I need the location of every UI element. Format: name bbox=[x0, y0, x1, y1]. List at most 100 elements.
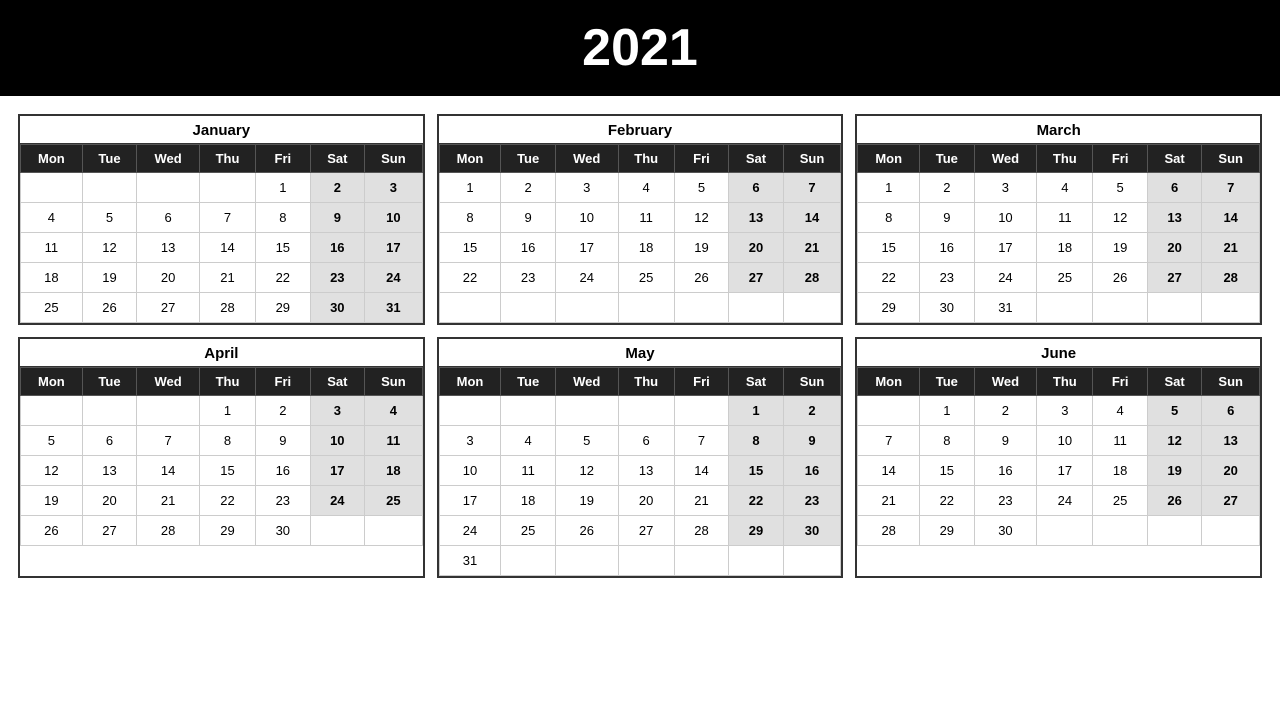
weekday-header-thu: Thu bbox=[1037, 368, 1093, 396]
weekday-header-wed: Wed bbox=[137, 145, 200, 173]
month-table-april: MonTueWedThuFriSatSun1234567891011121314… bbox=[20, 367, 423, 546]
day-cell: 27 bbox=[729, 263, 784, 293]
day-cell: 31 bbox=[439, 546, 501, 576]
day-cell: 24 bbox=[974, 263, 1037, 293]
day-cell: 5 bbox=[1093, 173, 1148, 203]
month-table-may: MonTueWedThuFriSatSun1234567891011121314… bbox=[439, 367, 842, 576]
day-cell: 12 bbox=[1147, 426, 1202, 456]
day-cell: 5 bbox=[555, 426, 618, 456]
day-cell bbox=[729, 293, 784, 323]
day-cell: 29 bbox=[858, 293, 920, 323]
month-block-june: JuneMonTueWedThuFriSatSun123456789101112… bbox=[855, 337, 1262, 578]
day-cell bbox=[439, 396, 501, 426]
day-cell bbox=[137, 173, 200, 203]
weekday-header-fri: Fri bbox=[256, 145, 311, 173]
day-cell: 25 bbox=[501, 516, 556, 546]
day-cell: 28 bbox=[858, 516, 920, 546]
day-cell: 14 bbox=[674, 456, 729, 486]
day-cell bbox=[674, 546, 729, 576]
day-cell: 15 bbox=[858, 233, 920, 263]
day-cell bbox=[783, 293, 841, 323]
day-cell: 12 bbox=[1093, 203, 1148, 233]
day-cell: 13 bbox=[1202, 426, 1260, 456]
weekday-header-sat: Sat bbox=[1147, 368, 1202, 396]
month-title-may: May bbox=[439, 339, 842, 367]
day-cell: 21 bbox=[137, 486, 200, 516]
day-cell bbox=[21, 396, 83, 426]
day-cell bbox=[555, 396, 618, 426]
day-cell: 19 bbox=[21, 486, 83, 516]
day-cell: 25 bbox=[1093, 486, 1148, 516]
day-cell: 10 bbox=[310, 426, 365, 456]
day-cell bbox=[618, 546, 674, 576]
day-cell: 4 bbox=[365, 396, 423, 426]
day-cell bbox=[501, 396, 556, 426]
day-cell: 7 bbox=[137, 426, 200, 456]
day-cell: 8 bbox=[439, 203, 501, 233]
day-cell bbox=[1037, 516, 1093, 546]
day-cell: 4 bbox=[21, 203, 83, 233]
day-cell: 24 bbox=[310, 486, 365, 516]
day-cell: 4 bbox=[1093, 396, 1148, 426]
day-cell: 17 bbox=[365, 233, 423, 263]
weekday-header-mon: Mon bbox=[439, 145, 501, 173]
weekday-header-sun: Sun bbox=[365, 145, 423, 173]
weekday-header-tue: Tue bbox=[920, 368, 975, 396]
day-cell: 28 bbox=[199, 293, 255, 323]
weekday-header-wed: Wed bbox=[137, 368, 200, 396]
weekday-header-thu: Thu bbox=[618, 368, 674, 396]
day-cell: 23 bbox=[783, 486, 841, 516]
day-cell: 17 bbox=[1037, 456, 1093, 486]
day-cell: 6 bbox=[729, 173, 784, 203]
day-cell: 7 bbox=[199, 203, 255, 233]
day-cell: 22 bbox=[858, 263, 920, 293]
day-cell: 15 bbox=[199, 456, 255, 486]
day-cell: 11 bbox=[21, 233, 83, 263]
day-cell bbox=[1093, 516, 1148, 546]
weekday-header-sun: Sun bbox=[365, 368, 423, 396]
day-cell: 13 bbox=[729, 203, 784, 233]
day-cell: 5 bbox=[21, 426, 83, 456]
day-cell: 7 bbox=[1202, 173, 1260, 203]
day-cell: 23 bbox=[501, 263, 556, 293]
weekday-header-sun: Sun bbox=[1202, 368, 1260, 396]
day-cell: 26 bbox=[21, 516, 83, 546]
month-table-january: MonTueWedThuFriSatSun1234567891011121314… bbox=[20, 144, 423, 323]
day-cell: 21 bbox=[858, 486, 920, 516]
day-cell: 2 bbox=[783, 396, 841, 426]
day-cell bbox=[82, 173, 137, 203]
day-cell: 15 bbox=[729, 456, 784, 486]
day-cell: 3 bbox=[974, 173, 1037, 203]
day-cell: 18 bbox=[1037, 233, 1093, 263]
weekday-header-sat: Sat bbox=[310, 145, 365, 173]
weekday-header-wed: Wed bbox=[974, 368, 1037, 396]
day-cell: 1 bbox=[199, 396, 255, 426]
day-cell bbox=[365, 516, 423, 546]
day-cell: 20 bbox=[137, 263, 200, 293]
month-title-june: June bbox=[857, 339, 1260, 367]
day-cell bbox=[729, 546, 784, 576]
weekday-header-thu: Thu bbox=[199, 368, 255, 396]
day-cell: 27 bbox=[1147, 263, 1202, 293]
day-cell: 20 bbox=[618, 486, 674, 516]
day-cell: 12 bbox=[82, 233, 137, 263]
weekday-header-tue: Tue bbox=[501, 368, 556, 396]
month-block-march: MarchMonTueWedThuFriSatSun12345678910111… bbox=[855, 114, 1262, 325]
day-cell: 16 bbox=[256, 456, 311, 486]
day-cell: 29 bbox=[920, 516, 975, 546]
day-cell: 11 bbox=[618, 203, 674, 233]
day-cell: 28 bbox=[137, 516, 200, 546]
month-block-february: FebruaryMonTueWedThuFriSatSun12345678910… bbox=[437, 114, 844, 325]
weekday-header-wed: Wed bbox=[555, 368, 618, 396]
day-cell: 22 bbox=[256, 263, 311, 293]
day-cell: 17 bbox=[439, 486, 501, 516]
day-cell: 24 bbox=[365, 263, 423, 293]
day-cell: 20 bbox=[1202, 456, 1260, 486]
day-cell: 29 bbox=[729, 516, 784, 546]
day-cell: 22 bbox=[199, 486, 255, 516]
day-cell: 20 bbox=[82, 486, 137, 516]
day-cell: 30 bbox=[920, 293, 975, 323]
day-cell: 21 bbox=[674, 486, 729, 516]
day-cell: 2 bbox=[974, 396, 1037, 426]
day-cell: 9 bbox=[783, 426, 841, 456]
